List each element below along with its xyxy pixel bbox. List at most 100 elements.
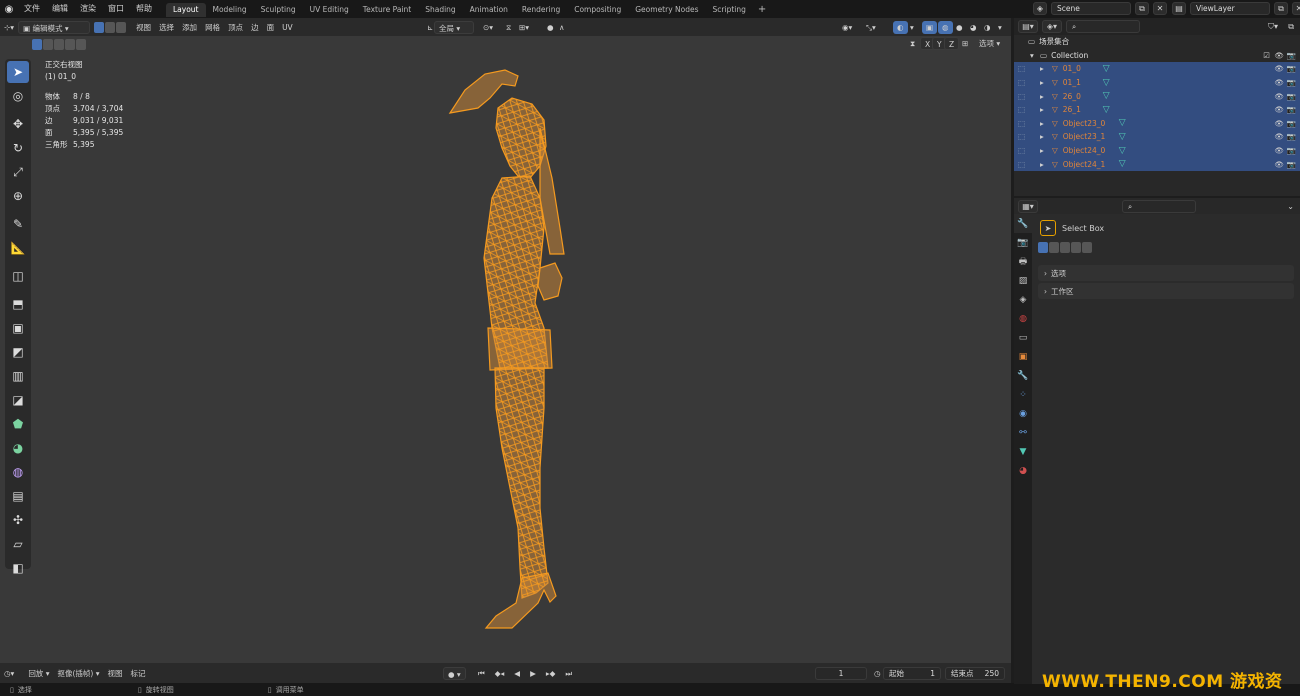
shrink-fatten-icon[interactable]: ✣ xyxy=(7,509,29,531)
expand-object-icon[interactable]: ▸ xyxy=(1040,119,1050,128)
tab-material[interactable]: ◕ xyxy=(1014,461,1032,480)
new-scene-icon[interactable]: ⧉ xyxy=(1135,2,1149,15)
mesh-data-icon[interactable]: ▽ xyxy=(1119,159,1126,169)
options-button[interactable]: 选项 ▾ xyxy=(975,37,1004,50)
tab-tool[interactable]: 🔧 xyxy=(1014,214,1032,233)
invert-selection-icon[interactable] xyxy=(65,39,75,50)
play-reverse-icon[interactable]: ◀ xyxy=(510,667,524,680)
falloff-icon[interactable]: ∧ xyxy=(555,21,569,34)
play-icon[interactable]: ▶ xyxy=(526,667,540,680)
tab-modifiers[interactable]: 🔧 xyxy=(1014,366,1032,385)
tab-particles[interactable]: ⁘ xyxy=(1014,385,1032,404)
menu-help[interactable]: 帮助 xyxy=(130,0,158,18)
tab-world[interactable]: ◍ xyxy=(1014,309,1032,328)
collection-visibility-icon[interactable]: 👁 xyxy=(1274,51,1284,60)
object-render-icon[interactable]: 📷 xyxy=(1287,105,1296,114)
expand-object-icon[interactable]: ▸ xyxy=(1040,64,1050,73)
menu-edit[interactable]: 编辑 xyxy=(46,0,74,18)
add-workspace-button[interactable]: + xyxy=(753,4,771,15)
tab-texture-paint[interactable]: Texture Paint xyxy=(356,3,418,17)
menu-edge[interactable]: 边 xyxy=(247,21,263,34)
shear-icon[interactable]: ▱ xyxy=(7,533,29,555)
object-render-icon[interactable]: 📷 xyxy=(1287,78,1296,87)
object-render-icon[interactable]: 📷 xyxy=(1287,64,1296,73)
end-frame-field[interactable]: 结束点 250 xyxy=(945,667,1005,680)
object-render-icon[interactable]: 📷 xyxy=(1287,132,1296,141)
outliner-object-row[interactable]: ⬚ ▸ ▽ Object24_0 ▽ 👁 📷 xyxy=(1014,143,1300,158)
mirror-icon[interactable]: ⧗ xyxy=(906,37,919,50)
menu-render[interactable]: 渲染 xyxy=(74,0,102,18)
select-object-icon[interactable]: ⬚ xyxy=(1014,92,1036,101)
tab-collection[interactable]: ▭ xyxy=(1014,328,1032,347)
outliner-object-row[interactable]: ⬚ ▸ ▽ Object24_1 ▽ 👁 📷 xyxy=(1014,157,1300,171)
tool-intersect-selection-icon[interactable] xyxy=(1082,242,1092,253)
add-cube-icon[interactable]: ◫ xyxy=(7,265,29,287)
select-object-icon[interactable]: ⬚ xyxy=(1014,64,1036,73)
jump-end-icon[interactable]: ⏭ xyxy=(561,667,576,680)
menu-file[interactable]: 文件 xyxy=(18,0,46,18)
scene-collection-row[interactable]: ▭ 场景集合 xyxy=(1014,35,1300,49)
scene-field[interactable]: Scene xyxy=(1051,2,1131,15)
object-visibility-icon[interactable]: 👁 xyxy=(1274,132,1284,141)
tab-compositing[interactable]: Compositing xyxy=(567,3,628,17)
tab-layout[interactable]: Layout xyxy=(166,3,206,17)
delete-view-layer-icon[interactable]: ✕ xyxy=(1292,2,1300,15)
select-object-icon[interactable]: ⬚ xyxy=(1014,105,1036,114)
expand-object-icon[interactable]: ▸ xyxy=(1040,160,1050,169)
extrude-icon[interactable]: ⬒ xyxy=(7,293,29,315)
face-select-icon[interactable] xyxy=(116,21,127,33)
menu-vertex[interactable]: 顶点 xyxy=(224,21,247,34)
workspace-panel[interactable]: › 工作区 xyxy=(1038,283,1294,299)
poly-build-icon[interactable]: ⬟ xyxy=(7,413,29,435)
tab-modeling[interactable]: Modeling xyxy=(206,3,254,17)
outliner-object-row[interactable]: ⬚ ▸ ▽ Object23_0 ▽ 👁 📷 xyxy=(1014,116,1300,131)
collection-render-icon[interactable]: 📷 xyxy=(1287,51,1296,60)
outliner-object-row[interactable]: ⬚ ▸ ▽ 01_1 ▽ 👁 📷 xyxy=(1014,75,1300,90)
move-icon[interactable]: ✥ xyxy=(7,113,29,135)
overlays-dropdown-icon[interactable]: ▾ xyxy=(906,21,918,34)
filter-icon[interactable]: ⛉▾ xyxy=(1268,22,1278,32)
tool-set-selection-icon[interactable] xyxy=(1038,242,1048,253)
mesh-data-icon[interactable]: ▽ xyxy=(1119,118,1126,128)
tab-shading[interactable]: Shading xyxy=(418,3,462,17)
measure-icon[interactable]: 📐 xyxy=(7,237,29,259)
vertex-select-icon[interactable] xyxy=(94,21,105,33)
snap-icon[interactable]: ⧖ xyxy=(502,21,515,34)
properties-editor-icon[interactable]: ▦▾ xyxy=(1018,199,1038,213)
pin-icon[interactable]: ⌄ xyxy=(1287,202,1294,211)
intersect-selection-icon[interactable] xyxy=(76,39,86,50)
set-selection-icon[interactable] xyxy=(32,39,42,50)
loop-cut-icon[interactable]: ▥ xyxy=(7,365,29,387)
new-collection-icon[interactable]: ⧉ xyxy=(1288,22,1294,32)
menu-mesh[interactable]: 网格 xyxy=(201,21,224,34)
expand-object-icon[interactable]: ▸ xyxy=(1040,92,1050,101)
shading-dropdown-icon[interactable]: ▾ xyxy=(994,21,1006,34)
new-view-layer-icon[interactable]: ⧉ xyxy=(1274,2,1288,15)
menu-uv[interactable]: UV xyxy=(278,21,297,34)
keying-menu[interactable]: 抠像(插帧) ▾ xyxy=(53,667,103,680)
display-mode-icon[interactable]: ◈▾ xyxy=(1042,20,1062,33)
options-panel[interactable]: › 选项 xyxy=(1038,265,1294,281)
tab-rendering[interactable]: Rendering xyxy=(515,3,567,17)
xray-icon[interactable]: ▣ xyxy=(922,20,938,34)
prev-key-icon[interactable]: ◆◂ xyxy=(491,667,509,680)
edge-slide-icon[interactable]: ▤ xyxy=(7,485,29,507)
mesh-data-icon[interactable]: ▽ xyxy=(1103,78,1110,88)
pivot-icon[interactable]: ⊙▾ xyxy=(479,21,497,34)
blender-logo-icon[interactable]: ◉ xyxy=(0,0,18,18)
visibility-icon[interactable]: ◉▾ xyxy=(838,21,856,34)
properties-search-input[interactable]: ⌕ xyxy=(1122,199,1196,213)
collection-checkbox[interactable]: ☑ xyxy=(1263,51,1270,60)
object-render-icon[interactable]: 📷 xyxy=(1287,92,1296,101)
knife-icon[interactable]: ◪ xyxy=(7,389,29,411)
scale-icon[interactable]: ⤢ xyxy=(7,161,29,183)
tab-constraints[interactable]: ⚯ xyxy=(1014,423,1032,442)
tool-extend-selection-icon[interactable] xyxy=(1049,242,1059,253)
select-object-icon[interactable]: ⬚ xyxy=(1014,146,1036,155)
transform-icon[interactable]: ⊕ xyxy=(7,185,29,207)
outliner-object-row[interactable]: ⬚ ▸ ▽ 01_0 ▽ 👁 📷 xyxy=(1014,62,1300,76)
inset-icon[interactable]: ▣ xyxy=(7,317,29,339)
mesh-data-icon[interactable]: ▽ xyxy=(1119,146,1126,156)
editor-type-icon[interactable]: ⊹▾ xyxy=(0,21,18,34)
object-visibility-icon[interactable]: 👁 xyxy=(1274,78,1284,87)
